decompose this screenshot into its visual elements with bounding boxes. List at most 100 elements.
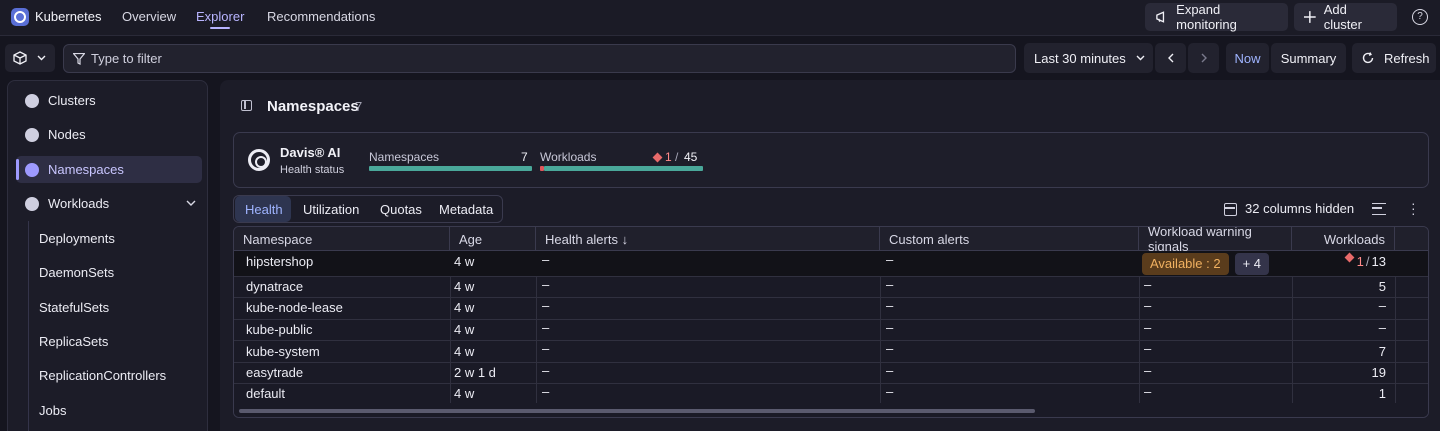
namespace-cell[interactable]: hipstershop — [234, 251, 450, 276]
table-row[interactable]: dynatrace 4 w – – – 5 — [234, 277, 1428, 298]
tab-utilization[interactable]: Utilization — [293, 196, 369, 222]
namespace-cell[interactable]: easytrade — [234, 363, 450, 383]
namespace-cell[interactable]: kube-public — [234, 320, 450, 340]
nav-overview[interactable]: Overview — [122, 9, 176, 24]
namespace-cell[interactable]: kube-node-lease — [234, 298, 450, 319]
columns-hidden-label[interactable]: 32 columns hidden — [1245, 201, 1354, 216]
column-header-age[interactable]: Age — [450, 227, 536, 251]
workload-warning-cell: – — [1144, 320, 1152, 335]
problem-diamond-icon — [652, 152, 663, 163]
workloads-problem-value: 1 — [665, 150, 672, 164]
workloads-cell: 1/13 — [1292, 251, 1395, 276]
nav-explorer[interactable]: Explorer — [196, 9, 244, 24]
namespace-cell[interactable]: default — [234, 384, 450, 405]
namespace-cell[interactable]: kube-system — [234, 341, 450, 362]
more-options-icon[interactable]: · · · — [1411, 196, 1416, 220]
workloads-stat-label[interactable]: Workloads — [540, 150, 596, 164]
custom-alerts-cell: – — [886, 384, 894, 399]
sidebar-item-daemonsets[interactable]: DaemonSets — [39, 265, 114, 280]
workloads-total: 45 — [684, 150, 698, 164]
tab-metadata[interactable]: Metadata — [429, 196, 503, 222]
table-row[interactable]: kube-public 4 w – – – – — [234, 320, 1428, 341]
workloads-ok-bar — [544, 166, 703, 171]
workload-icon — [25, 196, 39, 211]
sidebar-item-replicationcontrollers[interactable]: ReplicationControllers — [39, 368, 166, 383]
namespaces-table: Namespace Age Health alerts ↓ Custom ale… — [233, 226, 1429, 418]
namespaces-stat-value: 7 — [521, 150, 528, 164]
more-signals-badge[interactable]: + 4 — [1234, 253, 1270, 275]
filter-input[interactable]: Type to filter — [63, 44, 1016, 73]
sidebar-item-label: Workloads — [48, 196, 110, 211]
row-density-icon[interactable] — [1372, 203, 1386, 215]
namespace-cell[interactable]: dynatrace — [234, 277, 450, 297]
health-alerts-cell: – — [542, 384, 550, 399]
table-row[interactable]: easytrade 2 w 1 d – – – 19 — [234, 363, 1428, 384]
sidebar-item-clusters[interactable]: Clusters — [16, 87, 202, 114]
timeframe-back-button[interactable] — [1155, 43, 1186, 73]
tree-guide-line — [28, 221, 29, 431]
expand-monitoring-label: Expand monitoring — [1176, 2, 1237, 32]
workload-warning-cell: – — [1144, 298, 1152, 313]
workloads-cell: 7 — [1378, 344, 1386, 359]
age-cell: 4 w — [454, 322, 475, 337]
available-warning-badge[interactable]: Available : 2 — [1142, 253, 1229, 275]
davis-health-card: Davis® AI Health status Namespaces 7 Wor… — [233, 132, 1429, 188]
workloads-cell: 1 — [1378, 386, 1386, 401]
main-panel: Namespaces 7 Davis® AI Health status Nam… — [220, 80, 1440, 431]
horizontal-scrollbar-thumb[interactable] — [239, 409, 1035, 413]
kubernetes-app-icon — [11, 8, 29, 26]
table-row[interactable]: default 4 w – – – 1 — [234, 384, 1428, 405]
column-header-health-alerts[interactable]: Health alerts ↓ — [536, 227, 880, 251]
column-header-custom-alerts[interactable]: Custom alerts — [880, 227, 1139, 251]
davis-ai-icon — [248, 149, 270, 171]
page-count: 7 — [355, 99, 363, 114]
sidebar-item-deployments[interactable]: Deployments — [39, 231, 115, 246]
workload-warning-cell: – — [1144, 341, 1152, 356]
expand-monitoring-button[interactable]: Expand monitoring — [1145, 2, 1288, 32]
view-tabs: Health Utilization Quotas Metadata — [233, 195, 503, 223]
now-button[interactable]: Now — [1226, 43, 1269, 73]
health-alerts-cell: – — [542, 298, 550, 313]
tab-health[interactable]: Health — [235, 196, 291, 222]
sidebar-item-replicasets[interactable]: ReplicaSets — [39, 334, 108, 349]
workloads-separator: / — [1365, 254, 1370, 269]
column-header-workloads[interactable]: Workloads — [1292, 227, 1395, 251]
add-cluster-button[interactable]: Add cluster — [1294, 2, 1397, 32]
table-row[interactable]: kube-system 4 w – – – 7 — [234, 341, 1428, 363]
namespaces-stat-label[interactable]: Namespaces — [369, 150, 439, 164]
plus-icon — [1304, 11, 1316, 23]
tab-quotas[interactable]: Quotas — [370, 196, 432, 222]
help-icon[interactable]: ? — [1412, 9, 1428, 25]
summary-button[interactable]: Summary — [1271, 43, 1346, 73]
columns-icon[interactable] — [1224, 203, 1237, 216]
chevron-right-icon — [1201, 53, 1207, 63]
node-icon — [25, 127, 39, 142]
column-header-namespace[interactable]: Namespace — [234, 227, 450, 251]
workload-warning-cell: – — [1144, 363, 1152, 378]
sidebar-item-workloads[interactable]: Workloads — [16, 190, 202, 217]
custom-alerts-cell: – — [886, 363, 894, 378]
sidebar-toggle-icon[interactable] — [241, 100, 252, 111]
workloads-problem-value: 1 — [1356, 254, 1364, 269]
column-header-workload-warning-signals[interactable]: Workload warning signals — [1139, 227, 1292, 254]
nav-recommendations[interactable]: Recommendations — [267, 9, 375, 24]
timeframe-forward-button[interactable] — [1188, 43, 1219, 73]
sidebar-item-nodes[interactable]: Nodes — [16, 121, 202, 148]
refresh-icon — [1362, 52, 1374, 64]
timeframe-label: Last 30 minutes — [1034, 50, 1126, 66]
scope-selector[interactable] — [5, 44, 55, 72]
namespaces-health-bar — [369, 166, 532, 171]
custom-alerts-cell: – — [886, 252, 894, 267]
table-row[interactable]: kube-node-lease 4 w – – – – — [234, 298, 1428, 320]
workloads-total: 13 — [1371, 254, 1386, 269]
sidebar-item-statefulsets[interactable]: StatefulSets — [39, 300, 109, 315]
refresh-button[interactable]: Refresh — [1352, 43, 1436, 73]
age-cell: 4 w — [454, 344, 475, 359]
summary-label: Summary — [1280, 50, 1337, 66]
workload-warning-cell: – — [1144, 384, 1152, 399]
health-alerts-cell: – — [542, 320, 550, 335]
table-row[interactable]: hipstershop 4 w – – Available : 2 + 4 1/… — [234, 251, 1428, 277]
timeframe-selector[interactable]: Last 30 minutes — [1024, 43, 1153, 73]
sidebar-item-namespaces[interactable]: Namespaces — [16, 156, 202, 183]
sidebar-item-jobs[interactable]: Jobs — [39, 403, 66, 418]
